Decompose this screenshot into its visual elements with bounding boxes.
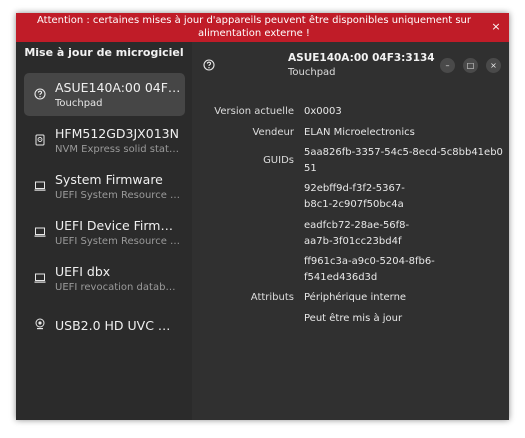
help-circle-icon — [34, 88, 46, 100]
header-device-subtitle: Touchpad — [288, 67, 336, 78]
guid-line: ff961c3a-a9c0-5204-8fb6- — [304, 256, 435, 267]
guid-value: 92ebff9d-f3f2-5367- b8c1-2c907f50bc4a — [304, 181, 504, 213]
guid-line: eadfcb72-28ae-56f8- — [304, 220, 410, 231]
device-subtitle: NVM Express solid state drive — [55, 144, 181, 155]
guid-value: ff961c3a-a9c0-5204-8fb6- f541ed436d3d — [304, 254, 504, 286]
device-item-uefi-device-firmware[interactable]: UEFI Device Firmware UEFI System Resourc… — [24, 211, 185, 254]
device-item-webcam[interactable]: USB2.0 HD UVC WebCam — [24, 303, 185, 346]
device-sidebar: Mise à jour de microgiciel ASUE140A:00 0… — [16, 42, 192, 420]
device-name: USB2.0 HD UVC WebCam — [55, 318, 181, 333]
device-name: HFM512GD3JX013N — [55, 126, 179, 141]
computer-icon — [34, 272, 46, 284]
device-subtitle: UEFI System Resource Table device — [55, 236, 181, 247]
maximize-button[interactable]: □ — [463, 58, 478, 73]
guid-line: aa7b-3f01cc23bd4f — [304, 236, 402, 247]
computer-icon — [34, 226, 46, 238]
warning-banner-text: Attention : certaines mises à jour d'app… — [37, 15, 471, 39]
banner-close-button[interactable]: × — [489, 20, 503, 34]
device-item-nvme[interactable]: HFM512GD3JX013N NVM Express solid state … — [24, 119, 185, 162]
version-value: 0x0003 — [304, 106, 342, 117]
guid-line: 5aa826fb-3357-54c5-8ecd-5c8bb41eb0 — [304, 147, 503, 158]
device-item-system-firmware[interactable]: System Firmware UEFI System Resource Tab… — [24, 165, 185, 208]
warning-banner: Attention : certaines mises à jour d'app… — [16, 13, 509, 42]
vendor-value: ELAN Microelectronics — [304, 127, 415, 138]
guid-line: 51 — [304, 163, 317, 174]
device-item-uefi-dbx[interactable]: UEFI dbx UEFI revocation database — [24, 257, 185, 300]
device-subtitle: Touchpad — [55, 98, 103, 109]
attribute-value: Périphérique interne — [304, 292, 407, 303]
device-name: ASUE140A:00 04F3:3134 — [55, 80, 181, 95]
guids-label: GUIDs — [263, 155, 294, 166]
device-name: UEFI Device Firmware — [55, 218, 181, 233]
minimize-button[interactable]: – — [440, 58, 455, 73]
device-name: System Firmware — [55, 172, 163, 187]
guid-line: b8c1-2c907f50bc4a — [304, 199, 404, 210]
guid-value: 5aa826fb-3357-54c5-8ecd-5c8bb41eb0 51 — [304, 145, 504, 177]
sidebar-title: Mise à jour de microgiciel — [24, 46, 184, 59]
device-details-pane: ASUE140A:00 04F3:3134 Touchpad – □ × Ver… — [192, 42, 509, 420]
device-list: ASUE140A:00 04F3:3134 Touchpad HFM512GD3… — [24, 73, 185, 349]
guid-line: 92ebff9d-f3f2-5367- — [304, 183, 405, 194]
webcam-icon — [34, 318, 46, 330]
vendor-label: Vendeur — [252, 127, 294, 138]
help-circle-icon — [203, 59, 215, 71]
device-item-touchpad[interactable]: ASUE140A:00 04F3:3134 Touchpad — [24, 73, 185, 116]
computer-icon — [34, 180, 46, 192]
version-label: Version actuelle — [214, 106, 294, 117]
close-button[interactable]: × — [486, 58, 501, 73]
device-subtitle: UEFI System Resource Table device — [55, 190, 181, 201]
drive-icon — [34, 134, 46, 146]
attributes-label: Attributs — [250, 292, 294, 303]
guid-line: f541ed436d3d — [304, 272, 378, 283]
firmware-window: Attention : certaines mises à jour d'app… — [16, 13, 509, 420]
device-subtitle: UEFI revocation database — [55, 282, 181, 293]
header-device-title: ASUE140A:00 04F3:3134 — [288, 52, 435, 64]
guid-value: eadfcb72-28ae-56f8- aa7b-3f01cc23bd4f — [304, 218, 504, 250]
device-name: UEFI dbx — [55, 264, 111, 279]
attribute-value: Peut être mis à jour — [304, 313, 403, 324]
